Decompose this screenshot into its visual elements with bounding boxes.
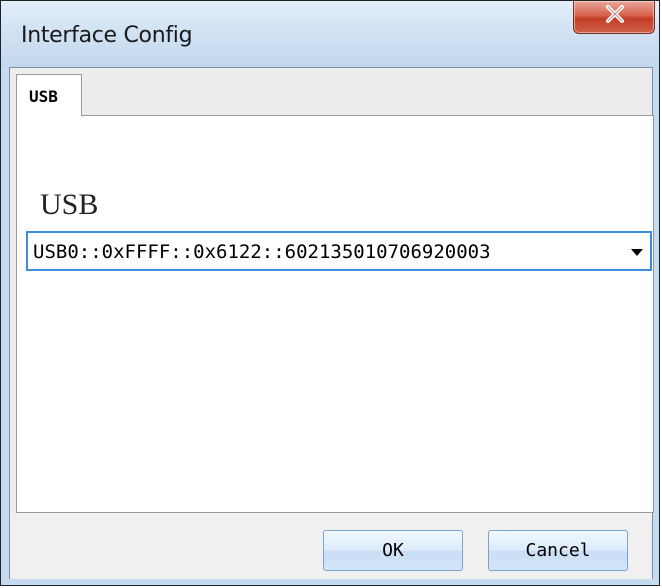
cancel-button[interactable]: Cancel: [488, 530, 628, 571]
dialog-button-bar: OK Cancel: [10, 513, 652, 579]
ok-button-label: OK: [382, 540, 404, 561]
chevron-down-icon[interactable]: [630, 248, 644, 257]
tab-strip: USB: [10, 68, 652, 116]
title-bar[interactable]: Interface Config: [1, 1, 659, 67]
usb-tab-panel: USB USB0::0xFFFF::0x6122::60213501070692…: [16, 115, 654, 513]
close-button[interactable]: [573, 1, 655, 34]
cancel-button-label: Cancel: [525, 540, 591, 561]
usb-section-label: USB: [40, 188, 99, 221]
tab-usb[interactable]: USB: [16, 74, 82, 116]
interface-config-dialog: Interface Config USB USB USB0::0xFFFF::0…: [0, 0, 660, 586]
close-icon: [606, 5, 624, 23]
dialog-client-area: USB USB USB0::0xFFFF::0x6122::6021350107…: [9, 67, 654, 579]
window-bottom-frame: [1, 579, 659, 585]
usb-device-value: USB0::0xFFFF::0x6122::602135010706920003: [33, 241, 491, 263]
usb-device-select[interactable]: USB0::0xFFFF::0x6122::602135010706920003: [26, 231, 652, 271]
ok-button[interactable]: OK: [323, 530, 463, 571]
tab-usb-label: USB: [29, 87, 58, 106]
window-title: Interface Config: [21, 23, 193, 48]
